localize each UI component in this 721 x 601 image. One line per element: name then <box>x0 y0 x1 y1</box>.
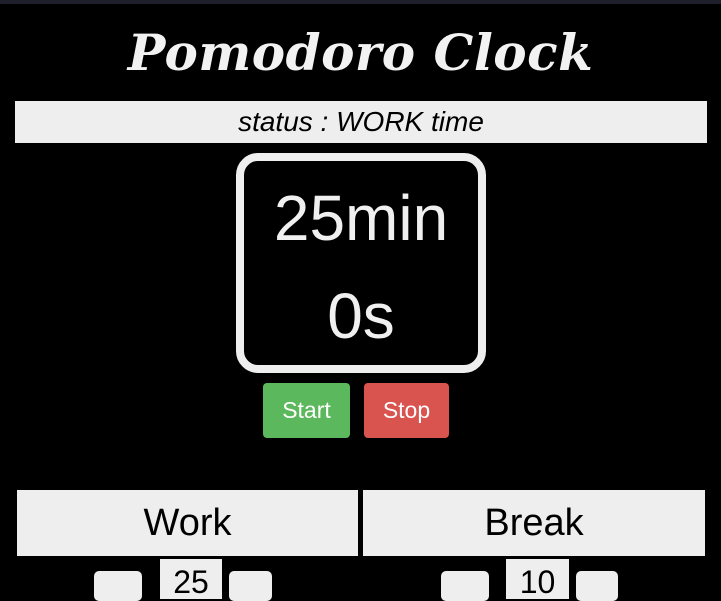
break-decrease-button[interactable] <box>441 571 489 601</box>
timer-seconds: 0s <box>327 280 395 352</box>
timer-minutes: 25min <box>273 182 449 254</box>
window-top-strip <box>0 0 721 4</box>
work-decrease-button[interactable] <box>94 571 142 601</box>
work-panel-header: Work <box>17 490 358 556</box>
break-increase-button[interactable] <box>576 571 618 601</box>
status-bar: status : WORK time <box>15 101 707 143</box>
timer-display: 25min 0s <box>236 153 486 373</box>
break-panel-header: Break <box>363 490 705 556</box>
start-button[interactable]: Start <box>263 383 350 438</box>
work-duration-value: 25 <box>160 559 222 599</box>
app-title: Pomodoro Clock <box>127 23 594 82</box>
work-increase-button[interactable] <box>229 571 272 601</box>
break-duration-value: 10 <box>506 559 569 599</box>
stop-button[interactable]: Stop <box>364 383 449 438</box>
